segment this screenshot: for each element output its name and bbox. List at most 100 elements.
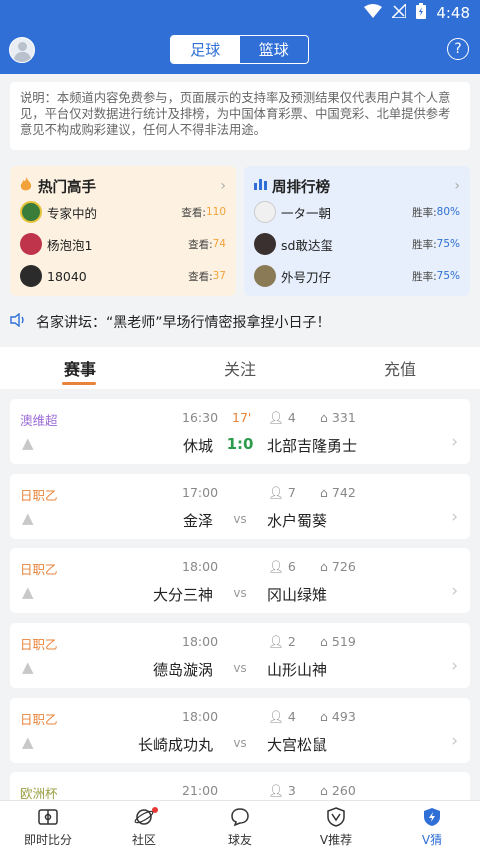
chevron-right-icon[interactable]: › — [451, 507, 458, 527]
arrow-up-icon[interactable]: ▲ — [22, 509, 34, 527]
prediction-count: 👤︎ 2 — [268, 634, 296, 649]
avatar — [20, 265, 42, 287]
signal-icon — [390, 2, 408, 22]
league-name: 日职乙 — [20, 488, 58, 503]
nav-live-score[interactable]: 即时比分 — [0, 801, 96, 853]
match-tabs: 赛事 关注 充值 — [0, 347, 480, 389]
chevron-right-icon[interactable]: › — [454, 178, 460, 194]
tab-matches[interactable]: 赛事 — [0, 347, 160, 389]
wifi-icon — [364, 4, 383, 22]
nav-v-guess[interactable]: V猜 — [384, 801, 480, 853]
chat-bubble-icon — [229, 806, 251, 828]
hot-experts-card[interactable]: 热门高手 › 专家中的 查看: 110 杨泡泡1 查看: 74 18040 查看: 3… — [10, 166, 236, 296]
list-item[interactable]: 一タ一朝 胜率: 80% — [254, 196, 460, 228]
bar-chart-icon — [254, 178, 268, 194]
chevron-right-icon[interactable]: › — [451, 656, 458, 676]
versus-label: vs — [233, 586, 247, 600]
match-time: 17:00 — [182, 485, 219, 500]
list-item[interactable]: sd敢达玺 胜率: 75% — [254, 228, 460, 260]
match-card[interactable]: 日职乙 17:00 👤︎ 7 ⌂ 742 ▲ 金泽 vs 水户蜀葵 › — [10, 474, 470, 539]
match-time: 18:00 — [182, 634, 219, 649]
match-card[interactable]: 日职乙 18:00 👤︎ 6 ⌂ 726 ▲ 大分三神 vs 冈山绿雉 › — [10, 548, 470, 613]
away-team: 水户蜀葵 — [267, 512, 328, 530]
sport-switch: 足球 篮球 — [170, 35, 309, 64]
news-ticker[interactable]: 名家讲坛：“黑老师”早场行情密报拿捏小日子！ — [10, 312, 331, 332]
match-card[interactable]: 日职乙 18:00 👤︎ 4 ⌂ 493 ▲ 长崎成功丸 vs 大宫松鼠 › — [10, 698, 470, 763]
arrow-up-icon[interactable]: ▲ — [22, 733, 34, 751]
prediction-count: 👤︎ 4 — [268, 410, 296, 425]
league-name: 澳维超 — [20, 413, 58, 428]
home-team: 长崎成功丸 — [137, 736, 213, 754]
prediction-count: 👤︎ 7 — [268, 485, 296, 500]
lightning-shield-icon — [421, 806, 443, 828]
prediction-count: 👤︎ 6 — [268, 559, 296, 574]
league-name: 日职乙 — [20, 712, 58, 727]
versus-label: vs — [233, 736, 247, 750]
shield-v-icon — [325, 806, 347, 828]
list-item[interactable]: 外号刀仔 胜率: 75% — [254, 260, 460, 292]
match-card[interactable]: 澳维超 16:30 17' 👤︎ 4 ⌂ 331 ▲ 休城 1:0 北部吉隆勇士… — [10, 399, 470, 464]
bottom-nav: 即时比分 社区 球友 V推荐 V猜 — [0, 800, 480, 853]
view-count: ⌂ 742 — [320, 485, 356, 500]
chevron-right-icon[interactable]: › — [451, 581, 458, 601]
avatar — [254, 265, 276, 287]
away-team: 北部吉隆勇士 — [267, 437, 358, 455]
battery-icon — [416, 3, 427, 23]
scoreboard-icon — [37, 806, 59, 828]
chevron-right-icon[interactable]: › — [220, 178, 226, 194]
match-time: 16:30 — [182, 410, 219, 425]
avatar — [254, 233, 276, 255]
nav-community[interactable]: 社区 — [96, 801, 192, 853]
disclaimer-notice: 说明：本频道内容免费参与，页面展示的支持率及预测结果仅代表用户其个人意见，平台仅… — [10, 82, 470, 150]
notification-dot — [152, 807, 158, 813]
speaker-icon — [10, 312, 26, 331]
match-time: 21:00 — [182, 783, 219, 798]
view-count: ⌂ 519 — [320, 634, 356, 649]
chevron-right-icon[interactable]: › — [451, 432, 458, 452]
home-team: 大分三神 — [152, 586, 213, 604]
arrow-up-icon[interactable]: ▲ — [22, 658, 34, 676]
flame-icon — [20, 176, 34, 196]
view-count: ⌂ 493 — [320, 709, 356, 724]
nav-friends[interactable]: 球友 — [192, 801, 288, 853]
view-count: ⌂ 331 — [320, 410, 356, 425]
list-item[interactable]: 杨泡泡1 查看: 74 — [20, 228, 226, 260]
view-count: ⌂ 260 — [320, 783, 356, 798]
match-time: 18:00 — [182, 709, 219, 724]
tab-follow[interactable]: 关注 — [160, 347, 320, 389]
help-icon[interactable]: ? — [447, 38, 469, 60]
prediction-count: 👤︎ 4 — [268, 709, 296, 724]
versus-label: vs — [233, 661, 247, 675]
weekly-rank-title: 周排行榜 — [272, 179, 330, 196]
avatar — [254, 201, 276, 223]
match-minute: 17' — [232, 410, 252, 425]
nav-v-recommend[interactable]: V推荐 — [288, 801, 384, 853]
league-name: 日职乙 — [20, 637, 58, 652]
away-team: 山形山神 — [267, 661, 328, 679]
clock-time: 4:48 — [436, 4, 470, 22]
arrow-up-icon[interactable]: ▲ — [22, 434, 34, 452]
home-team: 金泽 — [182, 512, 213, 530]
chevron-right-icon[interactable]: › — [451, 731, 458, 751]
tab-basketball[interactable]: 篮球 — [240, 36, 309, 63]
list-item[interactable]: 18040 查看: 37 — [20, 260, 226, 292]
status-bar: 4:48 — [0, 0, 480, 26]
match-card[interactable]: 日职乙 18:00 👤︎ 2 ⌂ 519 ▲ 德岛漩涡 vs 山形山神 › — [10, 623, 470, 688]
match-time: 18:00 — [182, 559, 219, 574]
news-text: 名家讲坛：“黑老师”早场行情密报拿捏小日子！ — [36, 315, 331, 331]
prediction-count: 👤︎ 3 — [268, 783, 296, 798]
away-team: 冈山绿雉 — [267, 586, 328, 604]
user-avatar[interactable] — [9, 37, 35, 63]
list-item[interactable]: 专家中的 查看: 110 — [20, 196, 226, 228]
tab-recharge[interactable]: 充值 — [320, 347, 480, 389]
avatar — [20, 201, 42, 223]
away-team: 大宫松鼠 — [267, 736, 328, 754]
app-header: 足球 篮球 ? — [0, 26, 480, 74]
versus-label: vs — [233, 512, 247, 526]
arrow-up-icon[interactable]: ▲ — [22, 583, 34, 601]
tab-football[interactable]: 足球 — [171, 36, 240, 63]
home-team: 休城 — [182, 437, 213, 455]
avatar — [20, 233, 42, 255]
weekly-rank-card[interactable]: 周排行榜 › 一タ一朝 胜率: 80% sd敢达玺 胜率: 75% 外号刀仔 胜率:… — [244, 166, 470, 296]
view-count: ⌂ 726 — [320, 559, 356, 574]
